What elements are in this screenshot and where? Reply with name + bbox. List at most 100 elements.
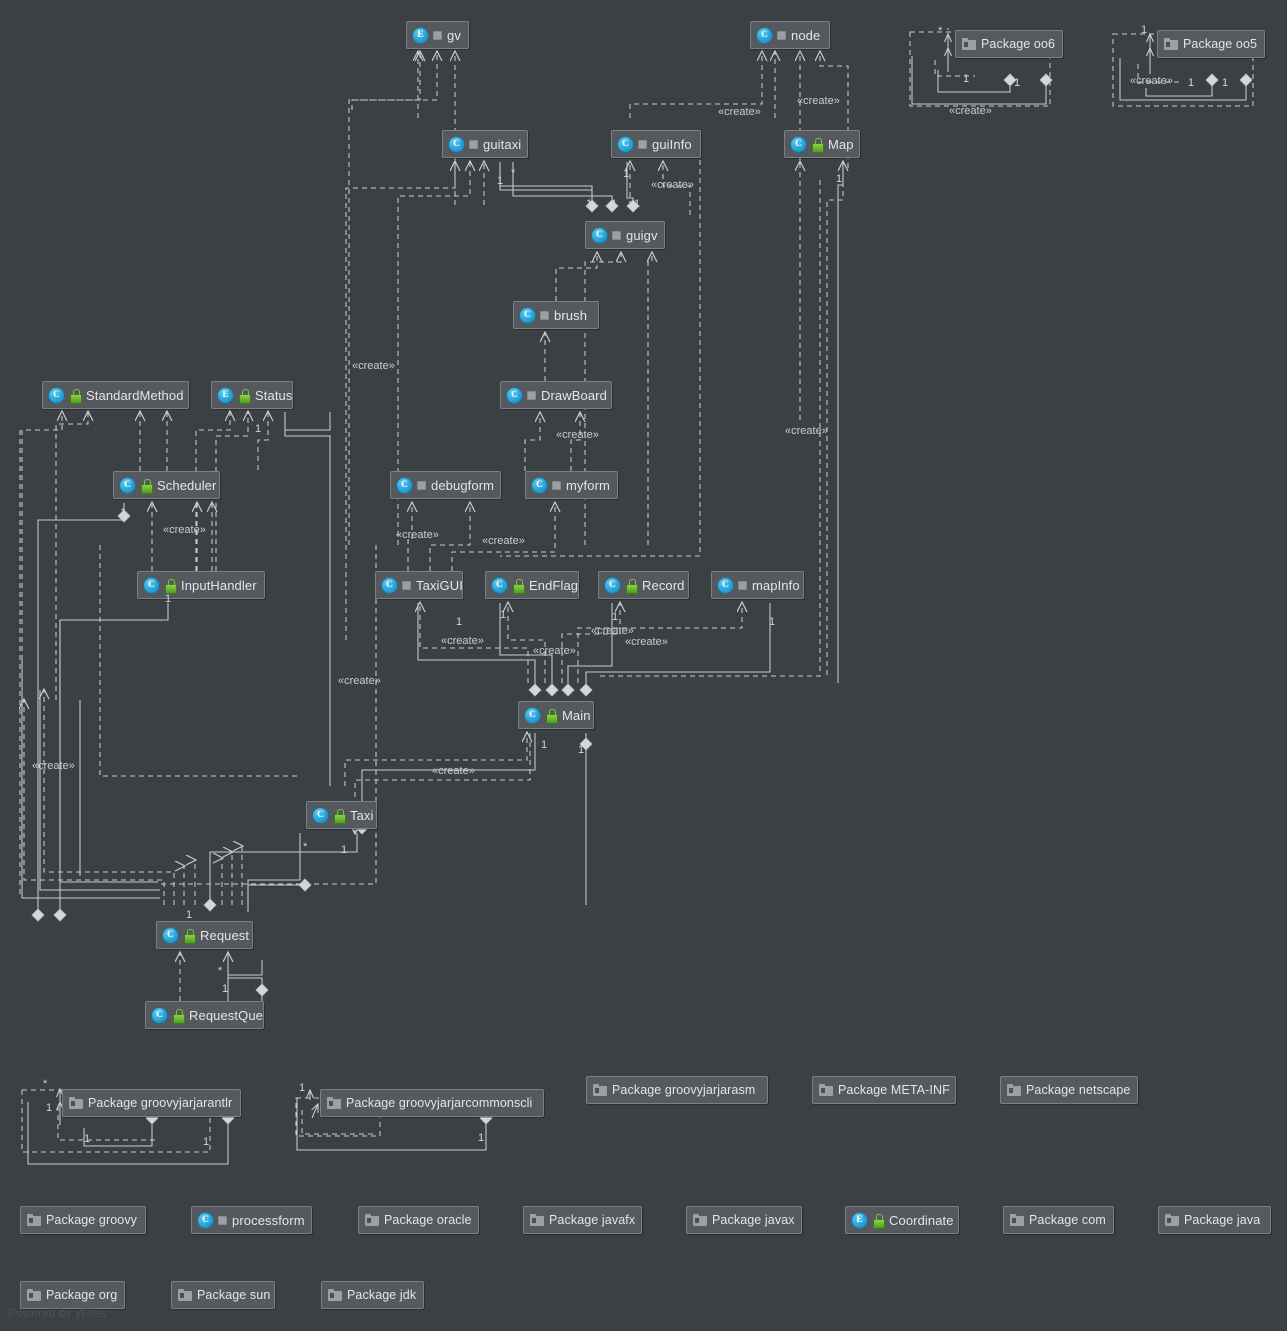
folder-icon bbox=[819, 1084, 833, 1096]
edge-stereotype-label: «create» bbox=[352, 360, 395, 372]
folder-icon bbox=[327, 1097, 341, 1109]
uml-node-Main[interactable]: C Main bbox=[518, 701, 594, 729]
uml-node-label: brush bbox=[554, 307, 588, 323]
uml-node-mapInfo[interactable]: CmapInfo bbox=[711, 571, 804, 599]
uml-node-pkg_org[interactable]: Package org bbox=[20, 1281, 125, 1309]
uml-node-InputHandler[interactable]: C InputHandler bbox=[137, 571, 265, 599]
uml-node-label: Package sun bbox=[197, 1287, 271, 1302]
uml-node-label: Status bbox=[255, 387, 293, 403]
uml-node-label: guitaxi bbox=[483, 136, 522, 152]
uml-node-Request[interactable]: C Request bbox=[156, 921, 253, 949]
uml-node-EndFlag[interactable]: C EndFlag bbox=[485, 571, 579, 599]
uml-node-pkg_oo5[interactable]: Package oo5 bbox=[1157, 30, 1265, 58]
class-icon: C bbox=[382, 577, 397, 593]
edge-stereotype-label: «create» bbox=[718, 106, 761, 118]
uml-node-guiInfo[interactable]: CguiInfo bbox=[611, 130, 701, 158]
uml-node-label: Package netscape bbox=[1026, 1082, 1131, 1097]
edge-multiplicity-label: * bbox=[511, 167, 516, 179]
uml-node-guigv[interactable]: Cguigv bbox=[585, 221, 665, 249]
green-icon bbox=[872, 1213, 885, 1229]
class-icon: C bbox=[718, 577, 733, 593]
uml-node-label: Package jdk bbox=[347, 1287, 417, 1302]
uml-node-node[interactable]: Cnode bbox=[750, 21, 830, 49]
edge-multiplicity-label: 1 bbox=[1222, 77, 1229, 89]
uml-node-label: Package groovy bbox=[46, 1212, 138, 1227]
uml-node-brush[interactable]: Cbrush bbox=[513, 301, 599, 329]
uml-node-pkg_com[interactable]: Package com bbox=[1003, 1206, 1114, 1234]
uml-node-label: Map bbox=[828, 136, 854, 152]
uml-node-myform[interactable]: Cmyform bbox=[525, 471, 618, 499]
watermark: Powered by yFiles bbox=[8, 1308, 108, 1320]
dot-icon bbox=[218, 1215, 227, 1225]
uml-node-label: gv bbox=[447, 27, 461, 43]
folder-icon bbox=[27, 1214, 41, 1226]
folder-icon bbox=[530, 1214, 544, 1226]
uml-node-label: DrawBoard bbox=[541, 387, 607, 403]
uml-node-label: Package java bbox=[1184, 1212, 1261, 1227]
uml-node-pkg_javax[interactable]: Package javax bbox=[686, 1206, 802, 1234]
uml-node-debugform[interactable]: Cdebugform bbox=[390, 471, 501, 499]
edge-stereotype-label: «create» bbox=[1130, 75, 1173, 87]
uml-node-label: Package oracle bbox=[384, 1212, 472, 1227]
uml-node-pkg_jdk[interactable]: Package jdk bbox=[321, 1281, 424, 1309]
uml-node-pkg_antlr[interactable]: Package groovyjarjarantlr bbox=[62, 1089, 241, 1117]
edge-multiplicity-label: * bbox=[303, 841, 308, 853]
edge-multiplicity-label: 1 bbox=[1014, 77, 1021, 89]
uml-node-pkg_oracle[interactable]: Package oracle bbox=[358, 1206, 479, 1234]
uml-node-pkg_sun[interactable]: Package sun bbox=[171, 1281, 275, 1309]
uml-node-TaxiGUI[interactable]: C TaxiGUI bbox=[375, 571, 463, 599]
uml-node-Record[interactable]: C Record bbox=[598, 571, 689, 599]
uml-node-Status[interactable]: E Status bbox=[211, 381, 293, 409]
folder-icon bbox=[1010, 1214, 1024, 1226]
uml-node-pkg_netscape[interactable]: Package netscape bbox=[1000, 1076, 1138, 1104]
edge-multiplicity-label: 1 bbox=[165, 593, 172, 605]
dot-icon bbox=[540, 310, 549, 320]
edge-multiplicity-label: 1 bbox=[120, 507, 127, 519]
uml-node-label: guiInfo bbox=[652, 136, 692, 152]
folder-icon bbox=[27, 1289, 41, 1301]
uml-node-pkg_java[interactable]: Package java bbox=[1158, 1206, 1271, 1234]
uml-node-label: Package org bbox=[46, 1287, 118, 1302]
edge-multiplicity-label: 1 bbox=[836, 173, 843, 185]
class-icon: C bbox=[198, 1212, 213, 1228]
dot-icon bbox=[552, 480, 561, 490]
folder-icon bbox=[693, 1214, 707, 1226]
class-icon: C bbox=[49, 387, 64, 403]
uml-node-pkg_commonscli[interactable]: Package groovyjarjarcommonscli bbox=[320, 1089, 544, 1117]
uml-node-pkg_oo6[interactable]: Package oo6 bbox=[955, 30, 1063, 58]
edge-stereotype-label: «create» bbox=[482, 535, 525, 547]
uml-node-guitaxi[interactable]: Cguitaxi bbox=[442, 130, 528, 158]
uml-node-Coordinate[interactable]: E Coordinate bbox=[845, 1206, 959, 1234]
edge-multiplicity-label: 1 bbox=[186, 909, 193, 921]
class-icon: C bbox=[152, 1007, 167, 1023]
uml-node-label: Package groovyjarjarantlr bbox=[88, 1095, 233, 1110]
uml-node-label: TaxiGUI bbox=[416, 577, 463, 593]
uml-node-processform[interactable]: Cprocessform bbox=[191, 1206, 312, 1234]
uml-diagram-canvas[interactable]: Egv Cnode Package oo6 Package oo5 Cguitaxi Cg… bbox=[0, 0, 1287, 1331]
uml-node-pkg_javafx[interactable]: Package javafx bbox=[523, 1206, 642, 1234]
uml-node-StandardMethod[interactable]: C StandardMethod bbox=[42, 381, 189, 409]
green-icon bbox=[811, 137, 824, 153]
uml-node-Scheduler[interactable]: C Scheduler bbox=[113, 471, 220, 499]
uml-node-Map[interactable]: C Map bbox=[784, 130, 860, 158]
uml-node-DrawBoard[interactable]: C DrawBoard bbox=[500, 381, 612, 409]
edge-multiplicity-label: 1 bbox=[1141, 24, 1148, 36]
uml-node-label: Package javafx bbox=[549, 1212, 636, 1227]
uml-node-RequestQue[interactable]: C RequestQue bbox=[145, 1001, 264, 1029]
folder-icon bbox=[1164, 38, 1178, 50]
uml-node-Taxi[interactable]: C Taxi bbox=[306, 801, 377, 829]
edge-multiplicity-label: 1 bbox=[84, 1133, 91, 1145]
uml-node-pkg_metainf[interactable]: Package META-INF bbox=[812, 1076, 956, 1104]
uml-node-label: myform bbox=[566, 477, 610, 493]
uml-node-gv[interactable]: Egv bbox=[406, 21, 469, 49]
edge-stereotype-label: «create» bbox=[533, 645, 576, 657]
class-icon: C bbox=[592, 227, 607, 243]
uml-node-label: StandardMethod bbox=[86, 387, 184, 403]
uml-node-label: Coordinate bbox=[889, 1212, 954, 1228]
edge-multiplicity-label: * bbox=[218, 965, 223, 977]
dot-icon bbox=[402, 580, 411, 590]
uml-node-pkg_asm[interactable]: Package groovyjarjarasm bbox=[586, 1076, 768, 1104]
dot-icon bbox=[417, 480, 426, 490]
edge-multiplicity-label: * bbox=[43, 1078, 48, 1090]
uml-node-pkg_groovy[interactable]: Package groovy bbox=[20, 1206, 146, 1234]
